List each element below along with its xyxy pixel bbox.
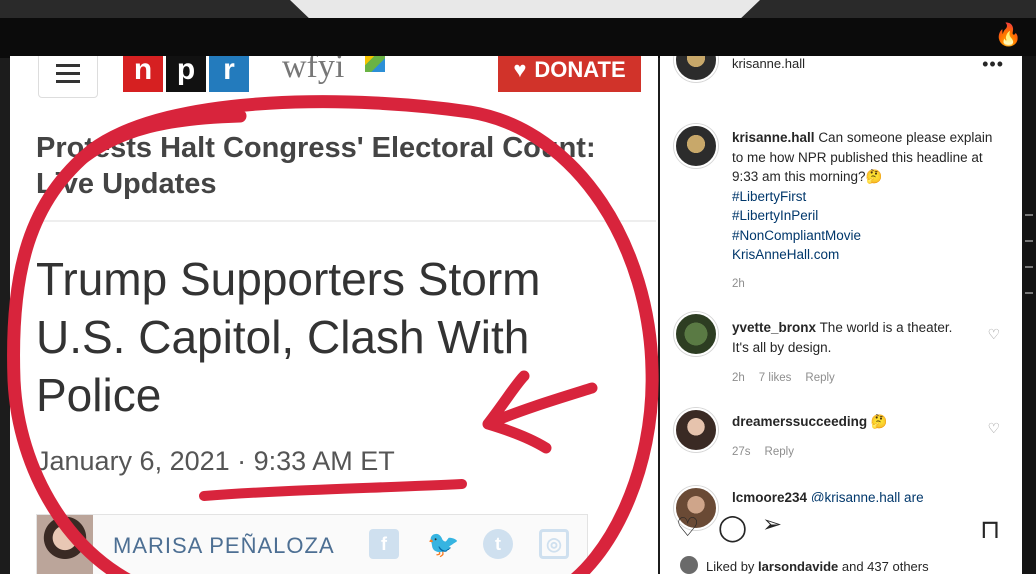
comment-username[interactable]: lcmoore234 [732,490,807,502]
liked-by-text: Liked by larsondavide and 437 others [706,559,929,574]
date-separator: · [229,446,254,476]
comment-avatar-dreamers[interactable] [674,408,718,452]
comment-reply-button[interactable]: Reply [805,372,834,384]
comment-dreamers: dreamerssucceeding 🤔 [732,412,962,432]
liked-suffix[interactable]: and 437 others [842,559,929,574]
npr-logo-letter-r: r [209,56,249,92]
more-options-icon[interactable]: ••• [982,56,1004,75]
post-actions-bar: ♡ ◯ ➢ ⊓ [676,511,1006,546]
divider [36,220,656,222]
comment-meta: 27s Reply [732,446,808,458]
comment-yvette: yvette_bronx The world is a theater. It'… [732,318,962,357]
comment-text: 🤔 [870,414,888,429]
liked-by-avatar[interactable] [680,556,698,574]
comment-like-heart-icon[interactable]: ♡ [987,326,1000,343]
post-user-avatar[interactable] [674,56,718,82]
comment-lcmoore: lcmoore234 @krisanne.hall are [732,488,962,502]
author-photo [37,515,93,574]
caption-user-avatar[interactable] [674,124,718,168]
facebook-icon[interactable]: f [369,529,399,559]
comment-bubble-icon[interactable]: ◯ [718,512,747,543]
liked-user[interactable]: larsondavide [758,559,838,574]
video-top-bar [0,18,1036,58]
comment-age: 2h [732,372,745,384]
caption-age: 2h [732,278,745,290]
article-headline: Trump Supporters Storm U.S. Capitol, Cla… [36,253,541,421]
comment-avatar-yvette[interactable] [674,312,718,356]
npr-logo-letter-n: n [123,56,163,92]
heart-icon: ♥ [513,57,527,82]
hashtag-liberty-first[interactable]: #LibertyFirst [732,187,1002,207]
liked-prefix: Liked by [706,559,755,574]
comment-likes[interactable]: 7 likes [759,372,792,384]
comment-like-heart-icon[interactable]: ♡ [987,420,1000,437]
article-time: 9:33 AM ET [253,446,395,476]
hashtag-liberty-in-peril[interactable]: #LibertyInPeril [732,206,1002,226]
flame-icon: 🔥 [994,22,1022,47]
instagram-icon[interactable]: ◎ [539,529,569,559]
comment-reply-button[interactable]: Reply [765,446,794,458]
twitter-icon[interactable]: 🐦 [427,529,459,559]
share-send-icon[interactable]: ➢ [762,510,782,539]
article-dateline: January 6, 2021 · 9:33 AM ET [36,446,395,477]
menu-button[interactable] [38,56,98,98]
author-name[interactable]: MARISA PEÑALOZA [113,533,335,559]
comment-username[interactable]: dreamerssucceeding [732,414,867,429]
comment-meta: 2h 7 likes Reply [732,372,849,384]
live-updates-link[interactable]: Protests Halt Congress' Electoral Count:… [36,130,596,202]
caption-link[interactable]: KrisAnneHall.com [732,245,1002,265]
like-heart-icon[interactable]: ♡ [676,512,699,543]
right-edge-strip [1022,56,1036,574]
comment-username[interactable]: yvette_bronx [732,320,816,335]
instagram-post-panel: krisanne.hall ••• krisanne.hall Can some… [660,56,1022,574]
bookmark-icon[interactable]: ⊓ [980,514,1000,545]
comment-text: @krisanne.hall are [810,490,924,502]
post-caption: krisanne.hall Can someone please explain… [732,128,1002,265]
npr-header: n p r wfyi ♥ DONATE [10,56,658,108]
browser-tab[interactable] [290,0,760,18]
station-logo[interactable]: wfyi [282,56,344,86]
npr-logo-letter-p: p [166,56,206,92]
tumblr-icon[interactable]: t [483,529,513,559]
npr-article-screenshot: n p r wfyi ♥ DONATE Protests Halt Congre… [10,56,658,574]
donate-button[interactable]: ♥ DONATE [498,56,641,92]
author-byline: MARISA PEÑALOZA f 🐦 t ◎ [36,514,588,574]
comment-age: 27s [732,446,751,458]
caption-username[interactable]: krisanne.hall [732,130,815,145]
article-date: January 6, 2021 [36,446,230,476]
npr-logo[interactable]: n p r [123,56,249,92]
hashtag-noncompliant-movie[interactable]: #NonCompliantMovie [732,226,1002,246]
station-logo-mark [365,56,385,72]
post-username[interactable]: krisanne.hall [732,56,805,71]
donate-label: DONATE [534,57,626,82]
